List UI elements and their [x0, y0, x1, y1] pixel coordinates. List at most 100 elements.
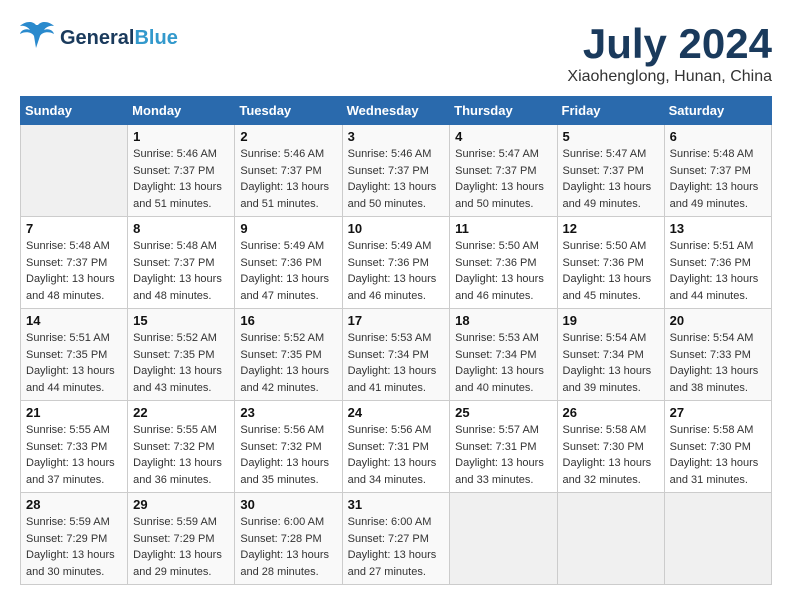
calendar-week-row: 21Sunrise: 5:55 AMSunset: 7:33 PMDayligh… [21, 401, 772, 493]
day-info: Sunrise: 5:51 AMSunset: 7:35 PMDaylight:… [26, 330, 122, 396]
calendar-cell: 5 Sunrise: 5:47 AMSunset: 7:37 PMDaylight… [557, 125, 664, 217]
calendar-cell: 18Sunrise: 5:53 AMSunset: 7:34 PMDayligh… [450, 309, 557, 401]
calendar-cell: 29 Sunrise: 5:59 AMSunset: 7:29 PMDayligh… [128, 493, 235, 585]
location: Xiaohenglong, Hunan, China [567, 68, 772, 86]
day-info: Sunrise: 5:52 AMSunset: 7:35 PMDaylight:… [133, 330, 229, 396]
logo-text: GeneralBlue [60, 27, 178, 49]
weekday-header: Wednesday [342, 97, 450, 125]
calendar-cell: 7 Sunrise: 5:48 AMSunset: 7:37 PMDaylight… [21, 217, 128, 309]
day-info: Sunrise: 6:00 AMSunset: 7:27 PMDaylight:… [348, 514, 445, 580]
day-number: 16 [240, 313, 336, 328]
calendar-cell: 10 Sunrise: 5:49 AMSunset: 7:36 PMDayligh… [342, 217, 450, 309]
day-info: Sunrise: 5:59 AMSunset: 7:29 PMDaylight:… [133, 514, 229, 580]
day-number: 25 [455, 405, 551, 420]
weekday-header: Saturday [664, 97, 771, 125]
day-number: 8 [133, 221, 229, 236]
calendar-cell: 14Sunrise: 5:51 AMSunset: 7:35 PMDayligh… [21, 309, 128, 401]
calendar-cell: 28 Sunrise: 5:59 AMSunset: 7:29 PMDayligh… [21, 493, 128, 585]
day-info: Sunrise: 5:55 AMSunset: 7:32 PMDaylight:… [133, 422, 229, 488]
calendar-week-row: 1Sunrise: 5:46 AMSunset: 7:37 PMDaylight… [21, 125, 772, 217]
weekday-header: Tuesday [235, 97, 342, 125]
day-info: Sunrise: 5:51 AMSunset: 7:36 PMDaylight:… [670, 238, 766, 304]
day-info: Sunrise: 5:57 AMSunset: 7:31 PMDaylight:… [455, 422, 551, 488]
calendar-cell: 4Sunrise: 5:47 AMSunset: 7:37 PMDaylight… [450, 125, 557, 217]
day-info: Sunrise: 5:48 AMSunset: 7:37 PMDaylight:… [26, 238, 122, 304]
calendar-cell: 31 Sunrise: 6:00 AMSunset: 7:27 PMDayligh… [342, 493, 450, 585]
calendar-cell: 24 Sunrise: 5:56 AMSunset: 7:31 PMDayligh… [342, 401, 450, 493]
day-number: 18 [455, 313, 551, 328]
day-number: 24 [348, 405, 445, 420]
day-number: 13 [670, 221, 766, 236]
day-info: Sunrise: 5:58 AMSunset: 7:30 PMDaylight:… [670, 422, 766, 488]
calendar-cell: 11Sunrise: 5:50 AMSunset: 7:36 PMDayligh… [450, 217, 557, 309]
day-info: Sunrise: 5:56 AMSunset: 7:31 PMDaylight:… [348, 422, 445, 488]
day-number: 10 [348, 221, 445, 236]
calendar-cell [21, 125, 128, 217]
calendar-cell: 16 Sunrise: 5:52 AMSunset: 7:35 PMDayligh… [235, 309, 342, 401]
calendar-cell: 20 Sunrise: 5:54 AMSunset: 7:33 PMDayligh… [664, 309, 771, 401]
day-info: Sunrise: 5:46 AMSunset: 7:37 PMDaylight:… [240, 146, 336, 212]
day-info: Sunrise: 5:47 AMSunset: 7:37 PMDaylight:… [563, 146, 659, 212]
day-info: Sunrise: 5:46 AMSunset: 7:37 PMDaylight:… [348, 146, 445, 212]
calendar-cell: 25 Sunrise: 5:57 AMSunset: 7:31 PMDayligh… [450, 401, 557, 493]
day-info: Sunrise: 6:00 AMSunset: 7:28 PMDaylight:… [240, 514, 336, 580]
day-number: 7 [26, 221, 122, 236]
day-info: Sunrise: 5:48 AMSunset: 7:37 PMDaylight:… [133, 238, 229, 304]
day-number: 2 [240, 129, 336, 144]
weekday-header-row: SundayMondayTuesdayWednesdayThursdayFrid… [21, 97, 772, 125]
day-number: 20 [670, 313, 766, 328]
day-number: 23 [240, 405, 336, 420]
day-number: 6 [670, 129, 766, 144]
calendar-cell: 21Sunrise: 5:55 AMSunset: 7:33 PMDayligh… [21, 401, 128, 493]
calendar-cell: 12 Sunrise: 5:50 AMSunset: 7:36 PMDayligh… [557, 217, 664, 309]
weekday-header: Friday [557, 97, 664, 125]
weekday-header: Thursday [450, 97, 557, 125]
month-year: July 2024 [567, 20, 772, 68]
day-number: 19 [563, 313, 659, 328]
day-info: Sunrise: 5:52 AMSunset: 7:35 PMDaylight:… [240, 330, 336, 396]
weekday-header: Monday [128, 97, 235, 125]
day-info: Sunrise: 5:53 AMSunset: 7:34 PMDaylight:… [348, 330, 445, 396]
day-number: 9 [240, 221, 336, 236]
calendar-cell [664, 493, 771, 585]
day-number: 29 [133, 497, 229, 512]
day-info: Sunrise: 5:50 AMSunset: 7:36 PMDaylight:… [563, 238, 659, 304]
title-block: July 2024 Xiaohenglong, Hunan, China [567, 20, 772, 86]
calendar-cell: 15 Sunrise: 5:52 AMSunset: 7:35 PMDayligh… [128, 309, 235, 401]
calendar-cell: 23Sunrise: 5:56 AMSunset: 7:32 PMDayligh… [235, 401, 342, 493]
calendar-cell: 9 Sunrise: 5:49 AMSunset: 7:36 PMDaylight… [235, 217, 342, 309]
weekday-header: Sunday [21, 97, 128, 125]
day-info: Sunrise: 5:49 AMSunset: 7:36 PMDaylight:… [348, 238, 445, 304]
day-info: Sunrise: 5:58 AMSunset: 7:30 PMDaylight:… [563, 422, 659, 488]
day-info: Sunrise: 5:50 AMSunset: 7:36 PMDaylight:… [455, 238, 551, 304]
calendar-cell: 27Sunrise: 5:58 AMSunset: 7:30 PMDayligh… [664, 401, 771, 493]
day-number: 3 [348, 129, 445, 144]
page-header: GeneralBlue July 2024 Xiaohenglong, Huna… [20, 20, 772, 86]
logo: GeneralBlue [20, 20, 178, 55]
calendar-cell: 26 Sunrise: 5:58 AMSunset: 7:30 PMDayligh… [557, 401, 664, 493]
calendar-cell: 17Sunrise: 5:53 AMSunset: 7:34 PMDayligh… [342, 309, 450, 401]
day-number: 26 [563, 405, 659, 420]
logo-icon [20, 20, 56, 50]
day-info: Sunrise: 5:46 AMSunset: 7:37 PMDaylight:… [133, 146, 229, 212]
day-number: 15 [133, 313, 229, 328]
day-info: Sunrise: 5:48 AMSunset: 7:37 PMDaylight:… [670, 146, 766, 212]
day-number: 31 [348, 497, 445, 512]
day-info: Sunrise: 5:49 AMSunset: 7:36 PMDaylight:… [240, 238, 336, 304]
calendar-cell [450, 493, 557, 585]
day-info: Sunrise: 5:47 AMSunset: 7:37 PMDaylight:… [455, 146, 551, 212]
day-info: Sunrise: 5:55 AMSunset: 7:33 PMDaylight:… [26, 422, 122, 488]
calendar-cell: 30 Sunrise: 6:00 AMSunset: 7:28 PMDayligh… [235, 493, 342, 585]
day-number: 5 [563, 129, 659, 144]
day-info: Sunrise: 5:54 AMSunset: 7:33 PMDaylight:… [670, 330, 766, 396]
calendar-cell: 22Sunrise: 5:55 AMSunset: 7:32 PMDayligh… [128, 401, 235, 493]
day-number: 30 [240, 497, 336, 512]
day-number: 12 [563, 221, 659, 236]
calendar-cell: 6 Sunrise: 5:48 AMSunset: 7:37 PMDaylight… [664, 125, 771, 217]
day-info: Sunrise: 5:59 AMSunset: 7:29 PMDaylight:… [26, 514, 122, 580]
day-number: 28 [26, 497, 122, 512]
calendar-week-row: 14Sunrise: 5:51 AMSunset: 7:35 PMDayligh… [21, 309, 772, 401]
calendar-cell: 8 Sunrise: 5:48 AMSunset: 7:37 PMDaylight… [128, 217, 235, 309]
calendar-cell [557, 493, 664, 585]
calendar-cell: 2 Sunrise: 5:46 AMSunset: 7:37 PMDaylight… [235, 125, 342, 217]
